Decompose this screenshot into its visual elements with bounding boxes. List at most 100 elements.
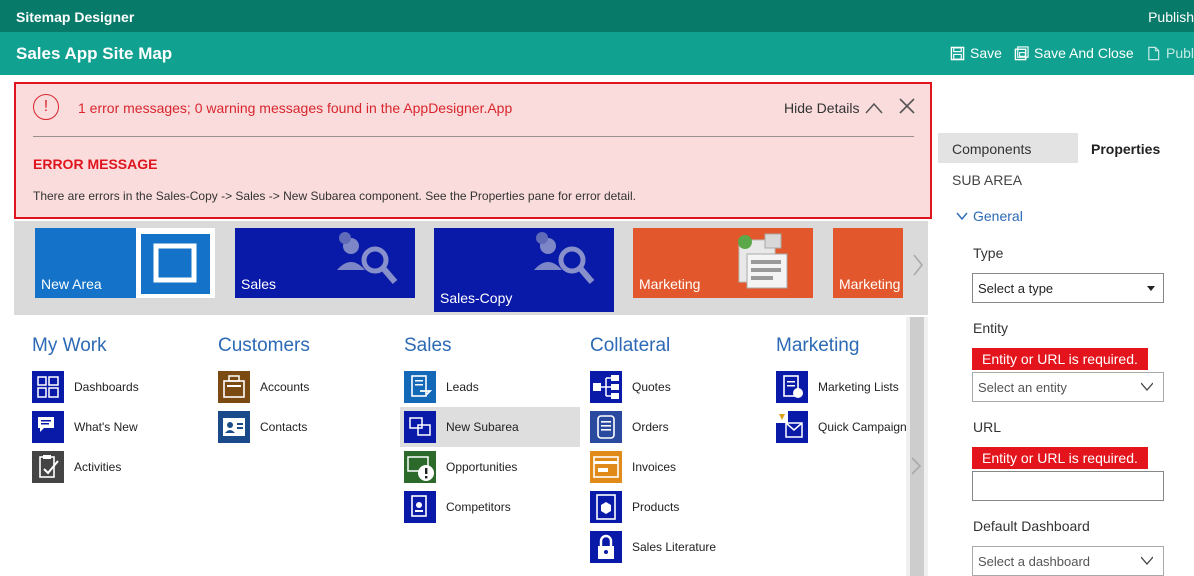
- area-tile-marketing[interactable]: Marketing: [633, 228, 813, 298]
- tile-label: Sales-Copy: [440, 290, 513, 306]
- competitors-icon: [404, 491, 436, 523]
- chevron-down-icon: [1141, 556, 1153, 565]
- subarea-label: Opportunities: [446, 460, 518, 474]
- error-banner: ! 1 error messages; 0 warning messages f…: [14, 82, 932, 219]
- group-title[interactable]: My Work: [32, 335, 212, 367]
- tile-label: Marketing: [639, 276, 701, 292]
- group-title[interactable]: Sales: [404, 335, 584, 367]
- subarea-label: Contacts: [260, 420, 308, 434]
- save-close-label: Save And Close: [1034, 45, 1134, 61]
- subarea-whats-new[interactable]: What's New: [14, 407, 194, 447]
- vertical-scrollbar[interactable]: [906, 317, 928, 576]
- divider: [33, 136, 914, 137]
- dashboard-icon: [32, 371, 64, 403]
- scrollbar-thumb[interactable]: [910, 317, 924, 576]
- subarea-activities[interactable]: Activities: [14, 447, 194, 487]
- users-search-icon: [337, 232, 398, 284]
- url-error: Entity or URL is required.: [972, 447, 1148, 469]
- url-label: URL: [973, 419, 1002, 435]
- subarea-sales-literature[interactable]: Sales Literature: [572, 527, 752, 567]
- publish-link[interactable]: Publish: [1148, 9, 1194, 25]
- quotes-icon: [590, 371, 622, 403]
- caret-down-icon: [1147, 286, 1155, 291]
- save-button[interactable]: Save: [950, 45, 1002, 61]
- subarea-orders[interactable]: Orders: [572, 407, 752, 447]
- subarea-leads[interactable]: Leads: [386, 367, 566, 407]
- tab-properties[interactable]: Properties: [1078, 133, 1194, 163]
- group-marketing: Marketing Marketing Lists Quick Campaign: [776, 335, 908, 447]
- subarea-dashboards[interactable]: Dashboards: [14, 367, 194, 407]
- contacts-icon: [218, 411, 250, 443]
- subarea-label: What's New: [74, 420, 138, 434]
- type-select[interactable]: Select a type: [972, 273, 1164, 303]
- general-section-toggle[interactable]: General: [956, 208, 1023, 224]
- area-tile-new-area[interactable]: New Area: [35, 228, 215, 298]
- subarea-label: Quick Campaign: [818, 420, 907, 434]
- type-value: Select a type: [978, 281, 1054, 296]
- group-title[interactable]: Collateral: [590, 335, 770, 367]
- save-icon: [950, 46, 965, 60]
- area-tile-sales[interactable]: Sales: [235, 228, 415, 298]
- chevron-right-icon[interactable]: [908, 455, 924, 477]
- tile-label: Sales: [241, 276, 277, 292]
- subarea-competitors[interactable]: Competitors: [386, 487, 566, 527]
- area-tile-strip: New Area Sales Sales-Copy Marketing Mark…: [14, 221, 928, 315]
- subarea-label: Competitors: [446, 500, 511, 514]
- error-icon: !: [33, 94, 59, 120]
- close-icon[interactable]: [898, 97, 916, 115]
- entity-select[interactable]: Select an entity: [972, 372, 1164, 402]
- orders-icon: [590, 411, 622, 443]
- error-heading: ERROR MESSAGE: [33, 156, 158, 172]
- area-tile-sales-copy[interactable]: Sales-Copy: [434, 228, 614, 312]
- app-title: Sitemap Designer: [16, 9, 135, 25]
- subarea-products[interactable]: Products: [572, 487, 752, 527]
- subarea-marketing-lists[interactable]: Marketing Lists: [776, 367, 908, 407]
- subarea-invoices[interactable]: Invoices: [572, 447, 752, 487]
- invoices-icon: [590, 451, 622, 483]
- subarea-label: Dashboards: [74, 380, 139, 394]
- error-detail: There are errors in the Sales-Copy -> Sa…: [33, 189, 636, 203]
- marketing-icon: [738, 233, 788, 289]
- subarea-quotes[interactable]: Quotes: [572, 367, 752, 407]
- save-and-close-button[interactable]: Save And Close: [1014, 45, 1134, 61]
- group-title[interactable]: Marketing: [776, 335, 908, 367]
- properties-pane: Components Properties SUB AREA General T…: [938, 75, 1194, 576]
- subarea-quick-campaign[interactable]: Quick Campaign: [776, 407, 908, 447]
- opportunities-icon: [404, 451, 436, 483]
- accounts-icon: [218, 371, 250, 403]
- frame-icon: [136, 228, 215, 298]
- publish-button[interactable]: Publi: [1146, 45, 1194, 61]
- subarea-icon: [404, 411, 436, 443]
- save-close-icon: [1014, 45, 1029, 60]
- tab-components[interactable]: Components: [938, 133, 1078, 163]
- subarea-label: Marketing Lists: [818, 380, 899, 394]
- error-summary: 1 error messages; 0 warning messages fou…: [78, 100, 513, 116]
- chevron-down-icon: [956, 212, 968, 220]
- subarea-contacts[interactable]: Contacts: [200, 407, 380, 447]
- chevron-right-icon[interactable]: [910, 251, 926, 279]
- area-tile-marketing-2[interactable]: Marketing: [833, 228, 903, 298]
- group-sales: Sales Leads New Subarea Opportunities Co…: [400, 335, 584, 527]
- command-bar: Sales App Site Map Save Save And Close P…: [0, 32, 1194, 75]
- group-my-work: My Work Dashboards What's New Activities: [32, 335, 212, 487]
- subarea-label: Products: [632, 500, 680, 514]
- subarea-accounts[interactable]: Accounts: [200, 367, 380, 407]
- pane-tabs: Components Properties: [938, 133, 1194, 163]
- subarea-new-subarea[interactable]: New Subarea: [400, 407, 580, 447]
- publish-label: Publi: [1166, 45, 1194, 61]
- entity-placeholder: Select an entity: [978, 380, 1067, 395]
- entity-error: Entity or URL is required.: [972, 348, 1148, 370]
- subarea-opportunities[interactable]: Opportunities: [386, 447, 566, 487]
- chevron-up-icon: [865, 102, 884, 114]
- marketing-lists-icon: [776, 371, 808, 403]
- group-title[interactable]: Customers: [218, 335, 398, 367]
- users-search-icon: [534, 232, 595, 284]
- group-collateral: Collateral Quotes Orders Invoices Produc…: [590, 335, 770, 567]
- url-input[interactable]: [972, 471, 1164, 501]
- pane-header-space: [938, 75, 1194, 133]
- default-dashboard-label: Default Dashboard: [973, 518, 1090, 534]
- dashboard-select[interactable]: Select a dashboard: [972, 546, 1164, 576]
- leads-icon: [404, 371, 436, 403]
- hide-details-toggle[interactable]: Hide Details: [784, 100, 884, 116]
- top-bar: Sitemap Designer Publish: [0, 0, 1194, 32]
